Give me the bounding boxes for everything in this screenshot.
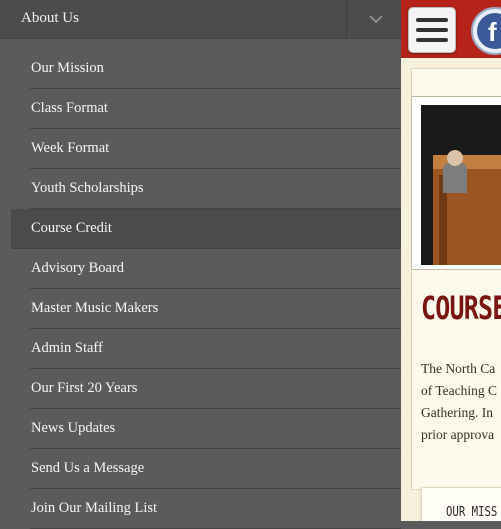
paragraph-line: prior approva (421, 427, 495, 442)
hamburger-icon (416, 38, 448, 42)
person-head (447, 150, 463, 166)
main-page: f COURSE The North Ca of Teaching C Gath… (401, 0, 501, 521)
piano-photo (421, 105, 501, 265)
facebook-icon: f (477, 13, 501, 49)
nav-item-class-format[interactable]: Class Format (30, 89, 401, 129)
mission-heading: OUR MISS (446, 505, 498, 520)
nav-item-our-first-20-years[interactable]: Our First 20 Years (30, 369, 401, 409)
nav-item-advisory-board[interactable]: Advisory Board (30, 249, 401, 289)
nav-item-label: Youth Scholarships (31, 180, 144, 196)
paragraph-line: The North Ca (421, 361, 496, 376)
nav-item-week-format[interactable]: Week Format (30, 129, 401, 169)
nav-item-label: Class Format (31, 100, 108, 116)
person-body (443, 163, 467, 193)
nav-item-label: Join Our Mailing List (31, 500, 158, 516)
nav-section-title: About Us (21, 10, 79, 26)
slide-out-nav: About Us Our Mission Class Format Week F… (0, 0, 401, 529)
menu-button[interactable] (408, 7, 456, 53)
intro-paragraph: The North Ca of Teaching C Gathering. In… (421, 358, 501, 446)
paragraph-line: Gathering. In (421, 405, 493, 420)
nav-item-label: Advisory Board (31, 260, 125, 276)
nav-item-label: Course Credit (31, 220, 112, 236)
nav-item-join-mailing-list[interactable]: Join Our Mailing List (30, 489, 401, 529)
collapse-toggle[interactable] (346, 0, 402, 38)
hamburger-icon (416, 28, 448, 32)
nav-item-admin-staff[interactable]: Admin Staff (30, 329, 401, 369)
nav-section-header[interactable]: About Us (0, 0, 401, 39)
paragraph-line: of Teaching C (421, 383, 498, 398)
nav-item-label: Send Us a Message (31, 460, 145, 476)
chevron-down-icon (369, 15, 383, 24)
hamburger-icon (416, 18, 448, 22)
nav-item-label: Week Format (31, 140, 110, 156)
nav-item-master-music-makers[interactable]: Master Music Makers (30, 289, 401, 329)
nav-item-our-mission[interactable]: Our Mission (30, 49, 401, 89)
page-heading: COURSE (421, 289, 501, 327)
nav-item-label: Our Mission (31, 60, 104, 76)
nav-item-send-us-a-message[interactable]: Send Us a Message (30, 449, 401, 489)
nav-item-label: News Updates (31, 420, 116, 436)
nav-item-label: Our First 20 Years (31, 380, 138, 396)
nav-item-course-credit[interactable]: Course Credit (11, 209, 401, 249)
nav-item-label: Master Music Makers (31, 300, 159, 316)
nav-item-news-updates[interactable]: News Updates (30, 409, 401, 449)
nav-item-youth-scholarships[interactable]: Youth Scholarships (30, 169, 401, 209)
nav-item-label: Admin Staff (31, 340, 103, 356)
